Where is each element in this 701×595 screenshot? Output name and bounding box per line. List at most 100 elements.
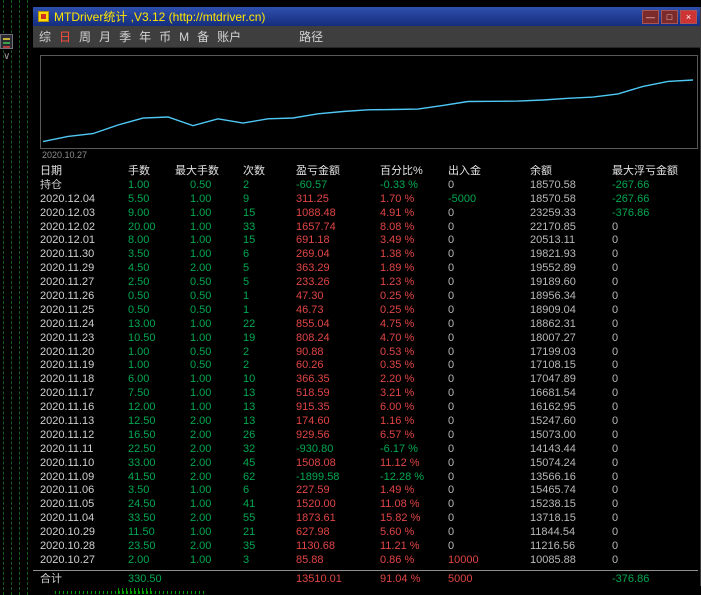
- cell: 5000: [448, 573, 473, 585]
- table-row[interactable]: 2020.11.27 2.50 0.50 5 233.26 1.23 % 0 19189.60…: [40, 276, 700, 290]
- cell: 0: [612, 220, 619, 233]
- cell: 0: [612, 303, 619, 316]
- cell: 0: [448, 498, 455, 511]
- close-button[interactable]: ×: [680, 9, 697, 24]
- table-row[interactable]: 2020.11.18 6.00 1.00 10 366.35 2.20 % 0 17047.8…: [40, 373, 700, 387]
- cell: 2020.11.09: [40, 470, 95, 483]
- table-row[interactable]: 2020.11.20 1.00 0.50 2 90.88 0.53 % 0 17199.03 0: [40, 346, 700, 360]
- cell: 12.00: [128, 401, 156, 414]
- cell: 1.00: [190, 401, 212, 414]
- menu-item-周[interactable]: 周: [79, 28, 91, 45]
- cell: 0: [612, 442, 619, 455]
- menu-item-月[interactable]: 月: [99, 28, 111, 45]
- menu-item-日[interactable]: 日: [59, 28, 71, 45]
- header-cell: 次数: [243, 165, 265, 177]
- cell: 20513.11: [530, 234, 576, 247]
- cell: 2020.11.29: [40, 262, 95, 275]
- cell: 13566.16: [530, 470, 576, 483]
- underlying-toolbar-icon[interactable]: [0, 34, 13, 49]
- cell: 0: [448, 234, 455, 247]
- cell: 227.59: [296, 484, 330, 497]
- table-row[interactable]: 2020.12.02 20.00 1.00 33 1657.74 8.08 % 0 22170…: [40, 221, 700, 235]
- table-row[interactable]: 2020.11.30 3.50 1.00 6 269.04 1.38 % 0 19821.93…: [40, 248, 700, 262]
- table-row[interactable]: 2020.11.10 33.00 2.00 45 1508.08 11.12 % 0 1507…: [40, 457, 700, 471]
- table-row[interactable]: 2020.11.05 24.50 1.00 41 1520.00 11.08 % 0 1523…: [40, 498, 700, 512]
- cell: 13: [243, 401, 256, 414]
- table-row[interactable]: 2020.11.24 13.00 1.00 22 855.04 4.75 % 0 18862.…: [40, 318, 700, 332]
- menu-item-季[interactable]: 季: [119, 28, 131, 45]
- cell: 17108.15: [530, 359, 576, 372]
- table-row[interactable]: 2020.11.04 33.50 2.00 55 1873.61 15.82 % 0 1371…: [40, 512, 700, 526]
- cell: 174.60: [296, 415, 330, 428]
- table-row[interactable]: 2020.11.16 12.00 1.00 13 915.35 6.00 % 0 16162.…: [40, 401, 700, 415]
- cell: 233.26: [296, 276, 330, 289]
- menu-item-币[interactable]: 币: [159, 28, 171, 45]
- cell: 持仓: [40, 178, 62, 191]
- cell: -0.33 %: [380, 178, 418, 191]
- minimize-button[interactable]: —: [642, 9, 659, 24]
- menu-item-路径[interactable]: 路径: [299, 28, 323, 45]
- chevron-down-icon[interactable]: ∨: [3, 52, 10, 62]
- table-row[interactable]: 2020.11.23 10.50 1.00 19 808.24 4.70 % 0 18007.…: [40, 332, 700, 346]
- header-cell: 最大浮亏金额: [612, 165, 678, 177]
- table-row[interactable]: 2020.11.17 7.50 1.00 13 518.59 3.21 % 0 16681.5…: [40, 387, 700, 401]
- menu-item-年[interactable]: 年: [139, 28, 151, 45]
- cell: 1.00: [190, 192, 212, 205]
- cell: 0: [612, 373, 619, 386]
- table-row[interactable]: 2020.11.12 16.50 2.00 26 929.56 6.57 % 0 15073.…: [40, 429, 700, 443]
- cell: 0: [612, 262, 619, 275]
- table-row[interactable]: 2020.10.29 11.50 1.00 21 627.98 5.60 % 0 11844.…: [40, 526, 700, 540]
- cell: 0: [448, 484, 455, 497]
- cell: 2020.10.27: [40, 553, 96, 566]
- cell: 1.00: [190, 248, 212, 261]
- cell: 5: [243, 262, 250, 275]
- cell: 2020.12.01: [40, 234, 96, 247]
- cell: [530, 573, 612, 587]
- table-row[interactable]: 2020.10.27 2.00 1.00 3 85.88 0.86 % 10000 10085…: [40, 554, 700, 568]
- table-row[interactable]: 2020.11.29 4.50 2.00 5 363.29 1.89 % 0 19552.89…: [40, 262, 700, 276]
- table-row[interactable]: 2020.12.01 8.00 1.00 15 691.18 3.49 % 0 20513.1…: [40, 234, 700, 248]
- table-row[interactable]: 2020.11.26 0.50 0.50 1 47.30 0.25 % 0 18956.34 0: [40, 290, 700, 304]
- cell: 1.00: [190, 331, 212, 344]
- cell: 6: [243, 248, 250, 261]
- menu-item-M[interactable]: M: [179, 30, 189, 44]
- menu-item-账户[interactable]: 账户: [217, 28, 241, 45]
- cell: 18909.04: [530, 303, 576, 316]
- table-row[interactable]: 持仓 1.00 0.50 2 -60.57 -0.33 % 0 18570.58 -267.66: [40, 179, 700, 193]
- table-row[interactable]: 2020.11.19 1.00 0.50 2 60.26 0.35 % 0 17108.15 0: [40, 359, 700, 373]
- table-row[interactable]: 2020.12.03 9.00 1.00 15 1088.48 4.91 % 0 23259.…: [40, 207, 700, 221]
- cell: 0: [448, 359, 455, 372]
- menu-item-综[interactable]: 综: [39, 28, 51, 45]
- cell: 915.35: [296, 401, 330, 414]
- menu-item-备[interactable]: 备: [197, 28, 209, 45]
- cell: 0: [612, 234, 619, 247]
- cell: 0: [612, 387, 619, 400]
- cell: [175, 573, 243, 587]
- table-row[interactable]: 2020.10.28 23.50 2.00 35 1130.68 11.21 % 0 1121…: [40, 540, 700, 554]
- cell: 1.00: [128, 345, 150, 358]
- header-cell: 出入金: [448, 165, 481, 177]
- table-row[interactable]: 2020.11.11 22.50 2.00 32 -930.80 -6.17 % 0 1414…: [40, 443, 700, 457]
- cell: 2020.11.06: [40, 484, 95, 497]
- cell: 41.50: [128, 470, 156, 483]
- grid-line: [19, 0, 20, 595]
- cell: -930.80: [296, 442, 334, 455]
- equity-line: [42, 79, 694, 143]
- cell: 14143.44: [530, 442, 576, 455]
- cell: 0: [448, 373, 455, 386]
- cell: 0.50: [190, 303, 212, 316]
- stats-table: 日期 手数 最大手数 次数 盈亏金额 百分比% 出入金 余额 最大浮亏金额 持仓 1.00 0.50…: [40, 165, 700, 568]
- table-row[interactable]: 2020.11.09 41.50 2.00 62 -1899.58 -12.28 % 0 13…: [40, 471, 700, 485]
- table-row[interactable]: 2020.11.13 12.50 2.00 13 174.60 1.16 % 0 15247.…: [40, 415, 700, 429]
- table-row[interactable]: 2020.11.25 0.50 0.50 1 46.73 0.25 % 0 18909.04 0: [40, 304, 700, 318]
- table-row[interactable]: 2020.11.06 3.50 1.00 6 227.59 1.49 % 0 15465.74…: [40, 484, 700, 498]
- cell: 330.50: [128, 573, 162, 585]
- cell: 8.00: [128, 234, 150, 247]
- grid-line: [11, 0, 12, 595]
- maximize-button[interactable]: □: [661, 9, 678, 24]
- volume-bars-decoration: [118, 588, 154, 594]
- cell: 2020.11.12: [40, 428, 95, 441]
- cell: 0: [448, 290, 455, 303]
- cell: -6.17 %: [380, 442, 418, 455]
- table-row[interactable]: 2020.12.04 5.50 1.00 9 311.25 1.70 % -5000 1857…: [40, 193, 700, 207]
